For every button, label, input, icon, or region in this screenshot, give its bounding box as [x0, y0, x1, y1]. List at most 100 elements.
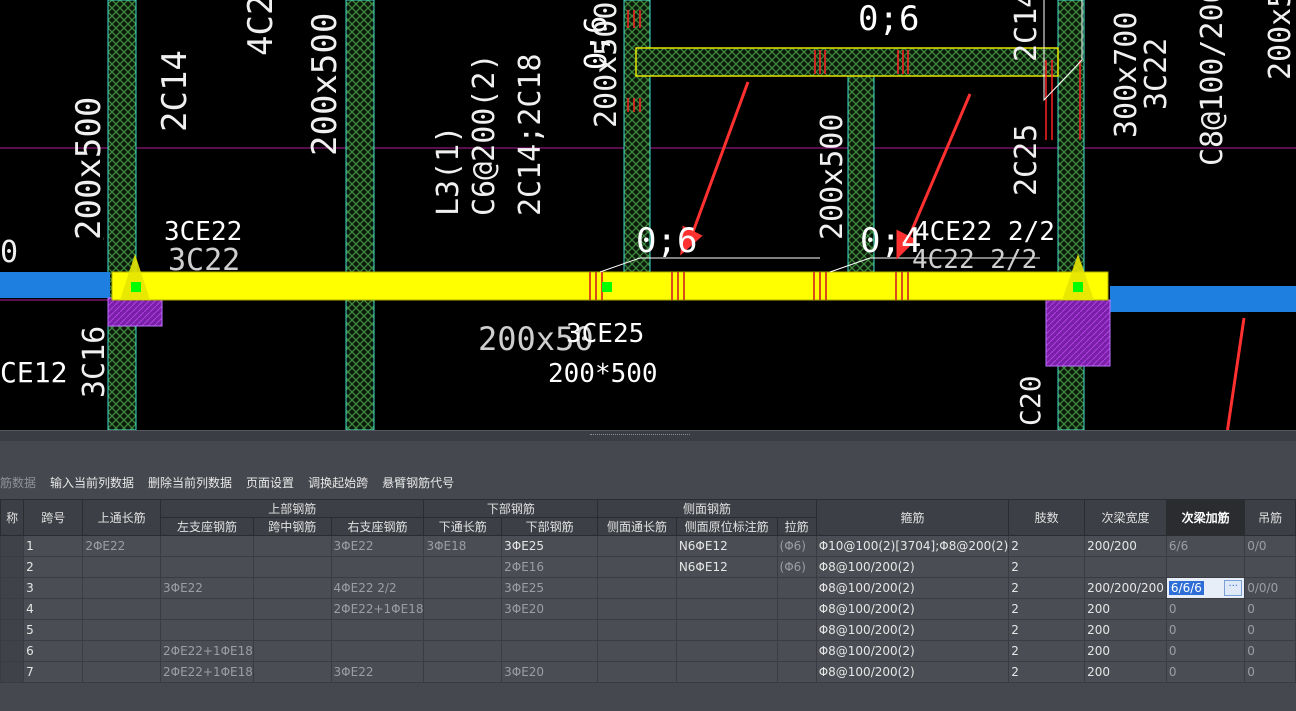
cell-stirrup[interactable]: Φ10@100(2)[3704];Φ8@200(2) [815, 535, 1010, 557]
cell-stirrup[interactable]: Φ8@100/200(2) [815, 556, 1010, 578]
cell-span[interactable]: 5 [23, 619, 84, 641]
cantilever-code-button[interactable]: 悬臂钢筋代号 [382, 474, 454, 491]
cell-right-seat[interactable]: 2ΦE22+1ΦE18 [330, 598, 425, 620]
cell-hanger[interactable] [1244, 556, 1296, 578]
cell-bottom-long[interactable] [423, 661, 503, 683]
cell-sec-width[interactable]: 200 [1084, 619, 1167, 641]
cell-side-orig[interactable]: N6ΦE12 [675, 535, 778, 557]
delete-current-column-button[interactable]: 删除当前列数据 [148, 474, 232, 491]
table-row[interactable]: 5 Φ8@100/200(2) 2 200 0 0 [0, 619, 1296, 641]
cell-stirrup[interactable]: Φ8@100/200(2) [815, 577, 1010, 599]
cell-stirrup[interactable]: Φ8@100/200(2) [815, 598, 1010, 620]
cell-top-long[interactable] [82, 619, 161, 641]
row-header-cell[interactable] [0, 535, 25, 557]
splitter-grip[interactable] [590, 434, 690, 438]
cell-right-seat[interactable] [330, 556, 425, 578]
cell-side-long[interactable] [597, 661, 677, 683]
cell-hanger[interactable]: 0 [1244, 640, 1296, 662]
cell-bottom-bar[interactable] [501, 619, 599, 641]
sec-bar-edit-value[interactable]: 6/6/6 [1168, 581, 1204, 595]
cell-span[interactable]: 7 [23, 661, 84, 683]
cell-bottom-bar[interactable] [501, 640, 599, 662]
sec-bar-editor[interactable]: 6/6/6 ··· [1168, 580, 1244, 596]
cell-left-seat[interactable]: 2ΦE22+1ΦE18 [159, 661, 254, 683]
cell-side-long[interactable] [597, 598, 677, 620]
cell-top-long[interactable] [82, 556, 161, 578]
page-setup-button[interactable]: 页面设置 [246, 474, 294, 491]
cell-bottom-bar[interactable]: 3ΦE20 [501, 598, 599, 620]
cell-sec-bar[interactable]: 0 [1165, 640, 1246, 662]
cell-side-long[interactable] [597, 577, 677, 599]
cell-legs[interactable]: 2 [1008, 619, 1086, 641]
cell-hanger[interactable]: 0/0/0 [1244, 577, 1296, 599]
cell-span[interactable]: 2 [23, 556, 84, 578]
cell-tie[interactable] [776, 577, 817, 599]
table-row[interactable]: 6 2ΦE22+1ΦE18 Φ8@100/200(2) 2 200 0 0 [0, 640, 1296, 662]
cell-mid[interactable] [252, 661, 332, 683]
cell-right-seat[interactable]: 4ΦE22 2/2 [330, 577, 425, 599]
cell-bottom-long[interactable] [423, 577, 503, 599]
cell-left-seat[interactable]: 2ΦE22+1ΦE18 [159, 640, 254, 662]
cad-drawing-canvas[interactable]: 200x500 2C14 4C2 3C16 200x500 3CE22 3C22… [0, 0, 1296, 430]
cell-sec-width[interactable]: 200 [1084, 640, 1167, 662]
cell-stirrup[interactable]: Φ8@100/200(2) [815, 640, 1010, 662]
cell-left-seat[interactable] [159, 619, 254, 641]
cell-sec-width[interactable]: 200 [1084, 598, 1167, 620]
cell-right-seat[interactable] [330, 640, 425, 662]
cell-sec-bar[interactable]: 6/6/6 ··· [1165, 577, 1246, 599]
cell-tie[interactable]: (Φ6) [776, 535, 817, 557]
cell-side-long[interactable] [597, 535, 677, 557]
cell-hanger[interactable]: 0/0 [1244, 535, 1296, 557]
toolbar-item[interactable]: 筋数据 [0, 474, 36, 491]
cell-top-long[interactable] [82, 598, 161, 620]
cell-right-seat[interactable]: 3ΦE22 [330, 661, 425, 683]
cell-right-seat[interactable] [330, 619, 425, 641]
cell-legs[interactable]: 2 [1008, 598, 1086, 620]
row-header-cell[interactable] [0, 598, 25, 620]
cell-top-long[interactable] [82, 577, 161, 599]
cell-side-orig[interactable]: N6ΦE12 [675, 556, 778, 578]
cell-bottom-bar[interactable]: 3ΦE25 [501, 577, 599, 599]
cell-sec-width[interactable]: 200 [1084, 661, 1167, 683]
cell-legs[interactable]: 2 [1008, 556, 1086, 578]
cell-top-long[interactable]: 2ΦE22 [82, 535, 161, 557]
row-header-cell[interactable] [0, 577, 25, 599]
ellipsis-button[interactable]: ··· [1224, 580, 1243, 596]
cell-span[interactable]: 4 [23, 598, 84, 620]
cell-sec-width[interactable] [1084, 556, 1167, 578]
cell-side-long[interactable] [597, 619, 677, 641]
cell-side-orig[interactable] [675, 619, 778, 641]
cell-bottom-long[interactable]: 3ΦE18 [423, 535, 503, 557]
swap-start-span-button[interactable]: 调换起始跨 [308, 474, 368, 491]
cell-bottom-long[interactable] [423, 640, 503, 662]
cell-legs[interactable]: 2 [1008, 577, 1086, 599]
cell-right-seat[interactable]: 3ΦE22 [330, 535, 425, 557]
row-header-cell[interactable] [0, 640, 25, 662]
cell-mid[interactable] [252, 619, 332, 641]
cell-sec-width[interactable]: 200/200/200 [1084, 577, 1167, 599]
cell-tie[interactable] [776, 619, 817, 641]
cell-mid[interactable] [252, 556, 332, 578]
cell-tie[interactable] [776, 598, 817, 620]
cell-sec-bar[interactable]: 0 [1165, 661, 1246, 683]
cell-stirrup[interactable]: Φ8@100/200(2) [815, 619, 1010, 641]
row-header-cell[interactable] [0, 556, 25, 578]
cell-hanger[interactable]: 0 [1244, 661, 1296, 683]
cell-side-long[interactable] [597, 640, 677, 662]
table-row[interactable]: 3 3ΦE22 4ΦE22 2/2 3ΦE25 Φ8@100/200(2) 2 200/20… [0, 577, 1296, 599]
input-current-column-button[interactable]: 输入当前列数据 [50, 474, 134, 491]
cell-hanger[interactable]: 0 [1244, 619, 1296, 641]
cell-mid[interactable] [252, 640, 332, 662]
cell-span[interactable]: 3 [23, 577, 84, 599]
cell-sec-bar[interactable]: 0 [1165, 598, 1246, 620]
cell-legs[interactable]: 2 [1008, 661, 1086, 683]
cell-side-orig[interactable] [675, 661, 778, 683]
table-row[interactable]: 7 2ΦE22+1ΦE18 3ΦE22 3ΦE20 Φ8@100/200(2) 2 200 0… [0, 661, 1296, 683]
cell-hanger[interactable]: 0 [1244, 598, 1296, 620]
cell-sec-bar[interactable] [1165, 556, 1246, 578]
cell-tie[interactable] [776, 640, 817, 662]
cell-bottom-long[interactable] [423, 598, 503, 620]
cell-legs[interactable]: 2 [1008, 640, 1086, 662]
cell-sec-bar[interactable]: 0 [1165, 619, 1246, 641]
cell-span[interactable]: 6 [23, 640, 84, 662]
